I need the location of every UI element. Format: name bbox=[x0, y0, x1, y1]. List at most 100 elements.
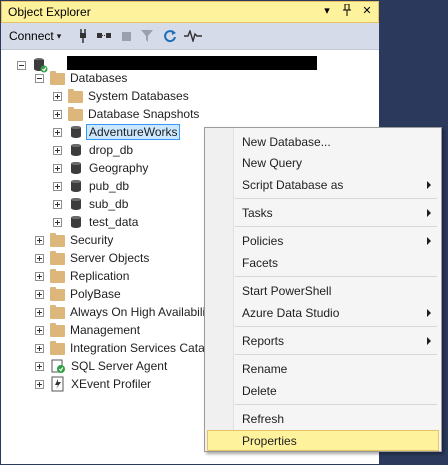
expand-icon[interactable] bbox=[35, 253, 44, 263]
expand-icon[interactable] bbox=[53, 199, 62, 209]
title-bar: Object Explorer ▾ ✕ bbox=[1, 1, 379, 23]
database-icon bbox=[68, 142, 84, 158]
menu-item-properties[interactable]: Properties bbox=[207, 430, 439, 451]
submenu-arrow-icon bbox=[427, 309, 431, 317]
submenu-arrow-icon bbox=[427, 337, 431, 345]
expand-icon[interactable] bbox=[53, 163, 62, 173]
menu-item-new-query[interactable]: New Query bbox=[206, 152, 440, 173]
tree-row-always-on[interactable]: Always On High Availabili bbox=[35, 303, 205, 321]
menu-item-azure-data-studio[interactable]: Azure Data Studio bbox=[206, 302, 440, 323]
expand-icon[interactable] bbox=[35, 325, 44, 335]
refresh-icon[interactable] bbox=[163, 27, 177, 45]
expand-icon[interactable] bbox=[53, 145, 62, 155]
tree-row-xevent-profiler[interactable]: XEvent Profiler bbox=[35, 375, 151, 393]
folder-icon bbox=[50, 305, 65, 319]
tree-label: PolyBase bbox=[70, 287, 121, 301]
submenu-arrow-icon bbox=[427, 237, 431, 245]
menu-separator bbox=[235, 198, 437, 199]
tree-row-replication[interactable]: Replication bbox=[35, 267, 129, 285]
activity-monitor-icon[interactable] bbox=[184, 27, 202, 45]
tree-label: test_data bbox=[89, 215, 139, 229]
menu-item-label: Policies bbox=[242, 233, 284, 248]
folder-icon bbox=[50, 269, 65, 283]
tree-row-database[interactable]: pub_db bbox=[53, 177, 129, 195]
tree-row-polybase[interactable]: PolyBase bbox=[35, 285, 121, 303]
tree-label: Server Objects bbox=[70, 251, 150, 265]
expand-icon[interactable] bbox=[35, 361, 44, 371]
filter-icon[interactable] bbox=[140, 27, 154, 45]
pin-icon[interactable] bbox=[340, 3, 354, 19]
menu-item-label: Script Database as bbox=[242, 177, 344, 192]
menu-separator bbox=[235, 326, 437, 327]
expand-icon[interactable] bbox=[53, 127, 62, 137]
menu-item-label: Reports bbox=[242, 333, 285, 348]
panel-title: Object Explorer bbox=[8, 5, 91, 19]
tree-row-database[interactable]: sub_db bbox=[53, 195, 128, 213]
close-icon[interactable]: ✕ bbox=[360, 4, 374, 19]
object-explorer-panel: Object Explorer ▾ ✕ Connect ▾ Databases … bbox=[0, 0, 448, 465]
menu-item-delete[interactable]: Delete bbox=[206, 380, 440, 401]
tree-label: Geography bbox=[89, 161, 149, 175]
menu-item-new-database[interactable]: New Database... bbox=[206, 131, 440, 152]
tree-row-database[interactable]: Geography bbox=[53, 159, 148, 177]
tree-row-integration-services[interactable]: Integration Services Catalo bbox=[35, 339, 214, 357]
menu-item-label: Azure Data Studio bbox=[242, 305, 340, 320]
database-icon bbox=[68, 124, 84, 140]
dropdown-icon[interactable]: ▾ bbox=[320, 4, 334, 19]
expand-icon[interactable] bbox=[53, 109, 62, 119]
expand-icon[interactable] bbox=[35, 271, 44, 281]
folder-icon bbox=[50, 71, 65, 85]
collapse-icon[interactable] bbox=[17, 60, 26, 70]
database-icon bbox=[68, 214, 84, 230]
tree-row-database[interactable]: test_data bbox=[53, 213, 138, 231]
menu-item-label: Delete bbox=[242, 383, 277, 398]
tree-label: Replication bbox=[70, 269, 130, 283]
tree-row-server-objects[interactable]: Server Objects bbox=[35, 249, 149, 267]
menu-item-tasks[interactable]: Tasks bbox=[206, 202, 440, 223]
menu-item-script-database-as[interactable]: Script Database as bbox=[206, 174, 440, 195]
tree-row-database[interactable]: drop_db bbox=[53, 141, 133, 159]
title-buttons: ▾ ✕ bbox=[320, 3, 374, 19]
tree-label: Always On High Availabili bbox=[70, 305, 206, 319]
connect-label: Connect bbox=[9, 29, 54, 43]
expand-icon[interactable] bbox=[35, 235, 44, 245]
connect-plug-icon[interactable] bbox=[76, 27, 90, 45]
menu-separator bbox=[235, 404, 437, 405]
tree-label: Databases bbox=[70, 71, 128, 85]
expand-icon[interactable] bbox=[35, 343, 44, 353]
database-icon bbox=[68, 160, 84, 176]
tree-row-security[interactable]: Security bbox=[35, 231, 113, 249]
menu-item-start-powershell[interactable]: Start PowerShell bbox=[206, 280, 440, 301]
disconnect-icon[interactable] bbox=[96, 27, 112, 45]
menu-item-facets[interactable]: Facets bbox=[206, 252, 440, 273]
tree-row-management[interactable]: Management bbox=[35, 321, 140, 339]
tree-row-database[interactable]: AdventureWorks bbox=[53, 123, 181, 141]
tree-row-system-databases[interactable]: System Databases bbox=[53, 87, 189, 105]
expand-icon[interactable] bbox=[53, 217, 62, 227]
connect-button[interactable]: Connect ▾ bbox=[9, 27, 61, 45]
folder-icon bbox=[50, 287, 65, 301]
xevent-icon bbox=[50, 376, 66, 392]
menu-separator bbox=[235, 354, 437, 355]
expand-icon[interactable] bbox=[35, 307, 44, 317]
folder-icon bbox=[50, 341, 65, 355]
expand-icon[interactable] bbox=[53, 91, 62, 101]
menu-separator bbox=[235, 276, 437, 277]
expand-icon[interactable] bbox=[35, 379, 44, 389]
tree-row-sql-server-agent[interactable]: SQL Server Agent bbox=[35, 357, 167, 375]
stop-icon[interactable] bbox=[120, 27, 132, 45]
menu-separator bbox=[235, 226, 437, 227]
menu-item-policies[interactable]: Policies bbox=[206, 230, 440, 251]
expand-icon[interactable] bbox=[53, 181, 62, 191]
menu-item-rename[interactable]: Rename bbox=[206, 358, 440, 379]
tree-row-database-snapshots[interactable]: Database Snapshots bbox=[53, 105, 199, 123]
menu-item-reports[interactable]: Reports bbox=[206, 330, 440, 351]
folder-icon bbox=[68, 107, 83, 121]
expand-icon[interactable] bbox=[35, 289, 44, 299]
menu-item-refresh[interactable]: Refresh bbox=[206, 408, 440, 429]
menu-item-label: New Query bbox=[242, 155, 303, 170]
tree-label: sub_db bbox=[89, 197, 129, 211]
collapse-icon[interactable] bbox=[35, 73, 44, 83]
tree-label: XEvent Profiler bbox=[71, 377, 152, 391]
tree-row-databases[interactable]: Databases bbox=[35, 69, 127, 87]
